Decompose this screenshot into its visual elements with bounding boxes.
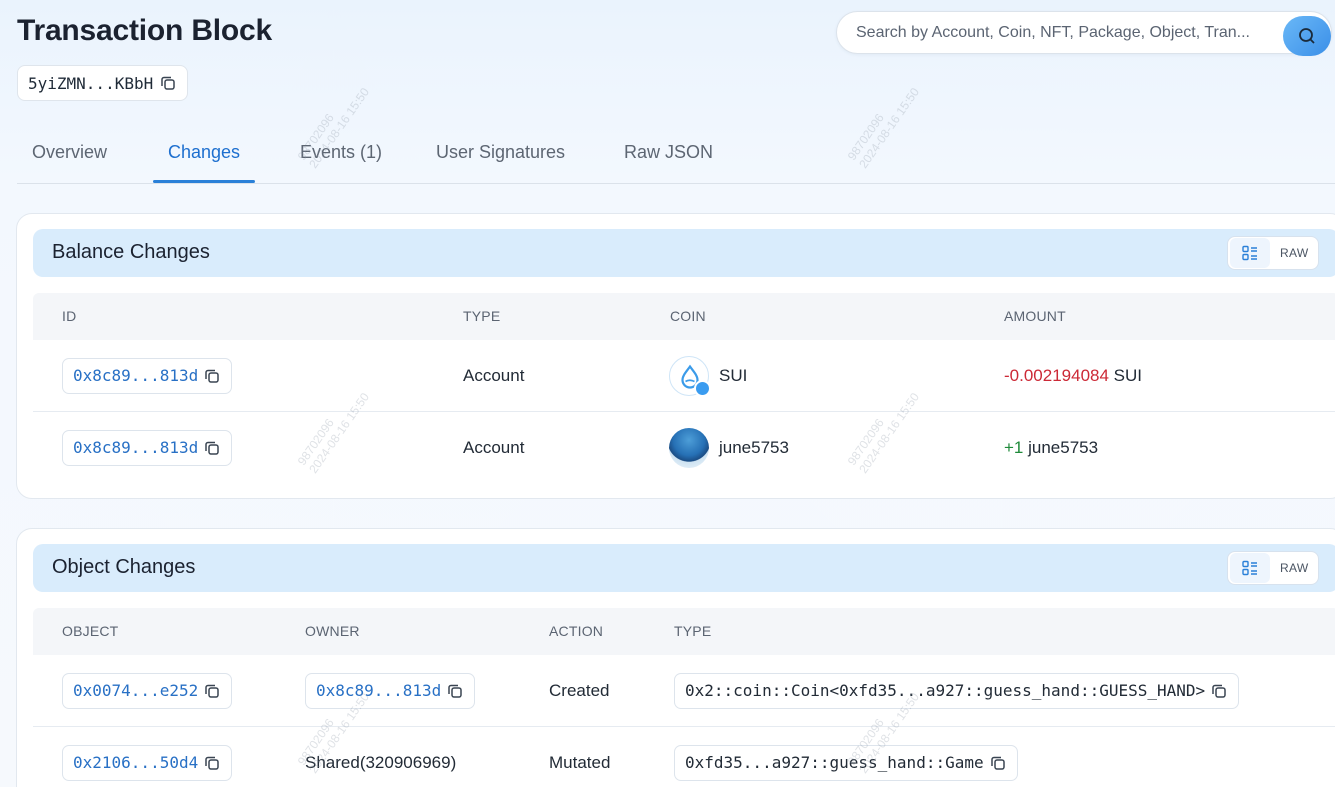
amount-cell: +1 june5753 xyxy=(1004,412,1098,483)
nft-coin-icon xyxy=(669,427,709,468)
column-header-type: TYPE xyxy=(463,308,501,324)
verified-icon xyxy=(694,379,714,399)
column-header-action: ACTION xyxy=(549,623,604,639)
balance-changes-title: Balance Changes xyxy=(52,241,210,263)
tab-user-signatures[interactable]: User Signatures xyxy=(436,142,565,163)
action-cell: Mutated xyxy=(549,752,611,772)
copy-icon[interactable] xyxy=(446,682,464,700)
account-id-link[interactable]: 0x8c89...813d xyxy=(62,357,233,394)
copy-icon[interactable] xyxy=(989,754,1007,772)
object-id-link[interactable]: 0x0074...e252 xyxy=(62,672,233,709)
type-cell: Account xyxy=(463,437,525,457)
list-view-button[interactable] xyxy=(1230,553,1270,583)
search-input[interactable] xyxy=(856,12,1276,53)
account-id-text: 0x8c89...813d xyxy=(73,366,199,385)
tab-overview[interactable]: Overview xyxy=(32,142,107,163)
raw-view-button[interactable]: RAW xyxy=(1280,246,1308,260)
view-toggle: RAW xyxy=(1227,551,1319,585)
column-header-type: TYPE xyxy=(674,623,712,639)
copy-icon[interactable] xyxy=(203,682,221,700)
account-id-link[interactable]: 0x8c89...813d xyxy=(62,429,233,466)
owner-id-link[interactable]: 0x8c89...813d xyxy=(305,672,476,709)
column-header-amount: AMOUNT xyxy=(1004,308,1066,324)
column-header-id: ID xyxy=(62,308,77,324)
digest-text: 5yiZMN...KBbH xyxy=(28,73,154,93)
object-changes-title: Object Changes xyxy=(52,556,196,578)
copy-icon[interactable] xyxy=(203,367,221,385)
table-row: 0x0074...e252 0x8c89...813d Created 0x2:… xyxy=(33,655,1335,727)
object-id-text: 0x2106...50d4 xyxy=(73,753,199,772)
balance-changes-header: Balance Changes RAW xyxy=(33,229,1335,277)
object-table-header: OBJECT OWNER ACTION TYPE xyxy=(33,608,1335,655)
search-bar xyxy=(836,11,1332,56)
balance-table-header: ID TYPE COIN AMOUNT xyxy=(33,293,1335,340)
tab-bar: Overview Changes Events (1) User Signatu… xyxy=(17,126,1335,184)
object-type-link[interactable]: 0xfd35...a927::guess_hand::Game xyxy=(674,744,1018,781)
balance-changes-card: Balance Changes RAW ID TYPE COIN AMOUNT … xyxy=(16,213,1335,499)
object-changes-header: Object Changes RAW xyxy=(33,544,1335,592)
owner-shared-text: Shared(320906969) xyxy=(305,752,457,772)
tab-events[interactable]: Events (1) xyxy=(300,142,382,163)
action-cell: Created xyxy=(549,680,610,700)
active-tab-indicator xyxy=(153,180,255,183)
amount-value: -0.002194084 xyxy=(1004,365,1109,385)
type-cell: Account xyxy=(463,365,525,385)
sui-coin-icon xyxy=(669,355,714,399)
object-id-link[interactable]: 0x2106...50d4 xyxy=(62,744,233,781)
owner-id-text: 0x8c89...813d xyxy=(316,681,442,700)
page-title: Transaction Block xyxy=(17,14,273,47)
table-row: 0x8c89...813d Account SUI -0.002194084 S… xyxy=(33,340,1335,412)
tab-raw-json[interactable]: Raw JSON xyxy=(624,142,713,163)
account-id-text: 0x8c89...813d xyxy=(73,438,199,457)
object-changes-card: Object Changes RAW OBJECT OWNER ACTION T… xyxy=(16,528,1335,787)
column-header-object: OBJECT xyxy=(62,623,119,639)
coin-name[interactable]: SUI xyxy=(719,366,747,386)
transaction-digest[interactable]: 5yiZMN...KBbH xyxy=(17,65,189,101)
copy-icon[interactable] xyxy=(1210,682,1228,700)
copy-icon[interactable] xyxy=(203,754,221,772)
list-view-button[interactable] xyxy=(1230,238,1270,268)
search-button[interactable] xyxy=(1283,16,1331,56)
column-header-owner: OWNER xyxy=(305,623,360,639)
object-type-text: 0x2::coin::Coin<0xfd35...a927::guess_han… xyxy=(685,681,1206,700)
table-row: 0x2106...50d4 Shared(320906969) Mutated … xyxy=(33,727,1335,787)
copy-icon[interactable] xyxy=(203,439,221,457)
amount-cell: -0.002194084 SUI xyxy=(1004,340,1142,411)
raw-view-button[interactable]: RAW xyxy=(1280,561,1308,575)
tab-changes[interactable]: Changes xyxy=(168,142,240,163)
view-toggle: RAW xyxy=(1227,236,1319,270)
amount-unit: SUI xyxy=(1113,365,1143,385)
list-view-icon xyxy=(1242,245,1257,261)
column-header-coin: COIN xyxy=(670,308,706,324)
coin-name[interactable]: june5753 xyxy=(719,438,789,458)
table-row: 0x8c89...813d Account june5753 +1 june57… xyxy=(33,412,1335,484)
object-type-text: 0xfd35...a927::guess_hand::Game xyxy=(685,753,984,772)
object-id-text: 0x0074...e252 xyxy=(73,681,199,700)
search-icon xyxy=(1299,28,1315,44)
object-type-link[interactable]: 0x2::coin::Coin<0xfd35...a927::guess_han… xyxy=(674,672,1240,709)
amount-value: +1 xyxy=(1004,437,1024,457)
list-view-icon xyxy=(1242,560,1257,576)
copy-icon[interactable] xyxy=(159,74,177,92)
amount-unit: june5753 xyxy=(1028,437,1099,457)
